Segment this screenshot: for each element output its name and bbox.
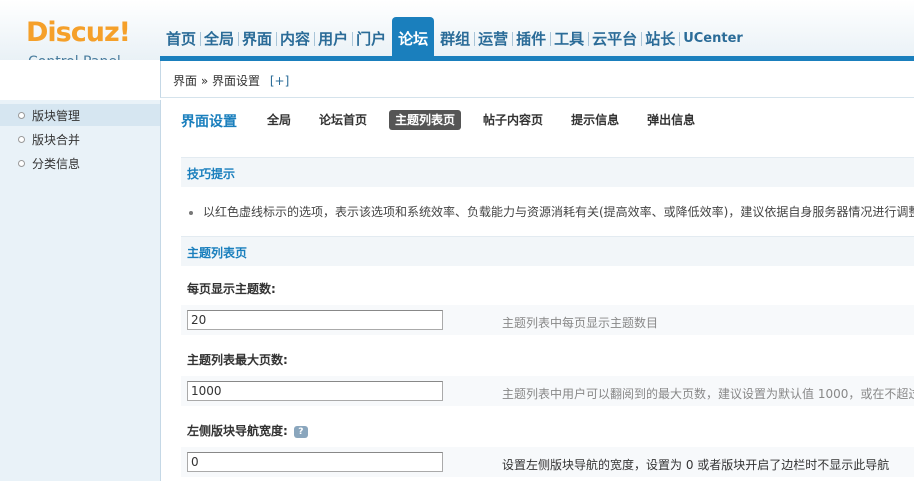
left-header-spacer: [0, 60, 160, 101]
page-title: 界面设置: [181, 114, 237, 130]
nav-tools[interactable]: 工具: [550, 17, 588, 60]
field-desc-max-pages: 主题列表中用户可以翻阅到的最大页数，建议设置为默认值 1000，或在不超过 25…: [502, 387, 914, 401]
tip-item: 以红色虚线标示的选项，表示该选项和系统效率、负载能力与资源消耗有关(提高效率、或…: [189, 203, 914, 220]
field-label-left-nav-width: 左侧版块导航宽度:?: [187, 422, 308, 439]
settings-subtabs: 全局 论坛首页 主题列表页 帖子内容页 提示信息 弹出信息: [261, 110, 717, 130]
tab-thread-list[interactable]: 主题列表页: [389, 110, 462, 130]
circle-bullet-icon: [18, 159, 25, 167]
sidebar-item-forum-manage[interactable]: 版块管理: [0, 104, 160, 126]
sidebar-item-forum-merge[interactable]: 版块合并: [0, 128, 160, 150]
breadcrumb: 界面 » 界面设置 [+]: [173, 72, 289, 89]
top-navigation: 首页 全局 界面 内容 用户 门户 论坛 群组 运营 插件 工具 云平台 站长 …: [162, 17, 747, 60]
sidebar-item-thread-types[interactable]: 分类信息: [0, 152, 160, 174]
tab-global[interactable]: 全局: [261, 110, 297, 130]
nav-home[interactable]: 首页: [162, 17, 200, 60]
logo-brand: Discuz!: [26, 17, 131, 48]
nav-ucenter[interactable]: UCenter: [679, 17, 747, 60]
max-pages-input[interactable]: [187, 381, 443, 401]
nav-portal[interactable]: 门户: [352, 17, 390, 60]
sidebar: 版块管理 版块合并 分类信息: [0, 100, 161, 481]
main-content: 界面设置 全局 论坛首页 主题列表页 帖子内容页 提示信息 弹出信息 技巧提示 …: [161, 100, 914, 481]
nav-users[interactable]: 用户: [314, 17, 352, 60]
field-label-max-pages: 主题列表最大页数:: [187, 353, 288, 367]
tab-post-content[interactable]: 帖子内容页: [477, 110, 549, 130]
nav-forum[interactable]: 论坛: [392, 17, 435, 60]
field-desc-left-nav-width: 设置左侧版块导航的宽度，设置为 0 或者版块开启了边栏时不显示此导航: [502, 458, 890, 472]
breadcrumb-part-1[interactable]: 界面: [173, 74, 197, 88]
threads-per-page-input[interactable]: [187, 310, 443, 330]
field-label-text: 左侧版块导航宽度:: [187, 424, 288, 438]
sidebar-item-label: 版块合并: [32, 132, 81, 147]
circle-bullet-icon: [18, 135, 25, 143]
field-label-threads-per-page: 每页显示主题数:: [187, 282, 276, 296]
circle-bullet-icon: [18, 111, 25, 119]
tab-forum-index[interactable]: 论坛首页: [313, 110, 373, 130]
breadcrumb-bar: 界面 » 界面设置 [+]: [160, 61, 914, 98]
nav-operations[interactable]: 运营: [474, 17, 512, 60]
section-heading: 主题列表页: [181, 236, 914, 266]
sidebar-item-label: 分类信息: [32, 156, 81, 171]
left-nav-width-input[interactable]: [187, 452, 443, 472]
tab-popup-info[interactable]: 弹出信息: [641, 110, 701, 130]
nav-interface[interactable]: 界面: [238, 17, 276, 60]
nav-content[interactable]: 内容: [276, 17, 314, 60]
field-desc-threads-per-page: 主题列表中每页显示主题数目: [502, 316, 659, 330]
nav-plugins[interactable]: 插件: [512, 17, 550, 60]
add-shortcut-link[interactable]: [+]: [270, 74, 289, 88]
tips-heading: 技巧提示: [181, 157, 914, 187]
section-heading-text: 主题列表页: [187, 246, 248, 260]
tips-heading-text: 技巧提示: [187, 167, 236, 181]
nav-global[interactable]: 全局: [200, 17, 238, 60]
nav-cloud[interactable]: 云平台: [588, 17, 641, 60]
nav-webmaster[interactable]: 站长: [641, 17, 679, 60]
bullet-icon: [189, 210, 193, 215]
sidebar-item-label: 版块管理: [32, 108, 81, 123]
tab-prompt-info[interactable]: 提示信息: [565, 110, 625, 130]
tip-text: 以红色虚线标示的选项，表示该选项和系统效率、负载能力与资源消耗有关(提高效率、或…: [203, 205, 914, 219]
nav-groups[interactable]: 群组: [436, 17, 474, 60]
help-bubble-icon[interactable]: ?: [293, 425, 308, 438]
breadcrumb-separator: »: [200, 74, 209, 88]
header: Discuz! Control Panel 首页 全局 界面 内容 用户 门户 …: [0, 0, 914, 71]
breadcrumb-part-2: 界面设置: [212, 74, 261, 88]
logo[interactable]: Discuz! Control Panel: [0, 0, 160, 71]
